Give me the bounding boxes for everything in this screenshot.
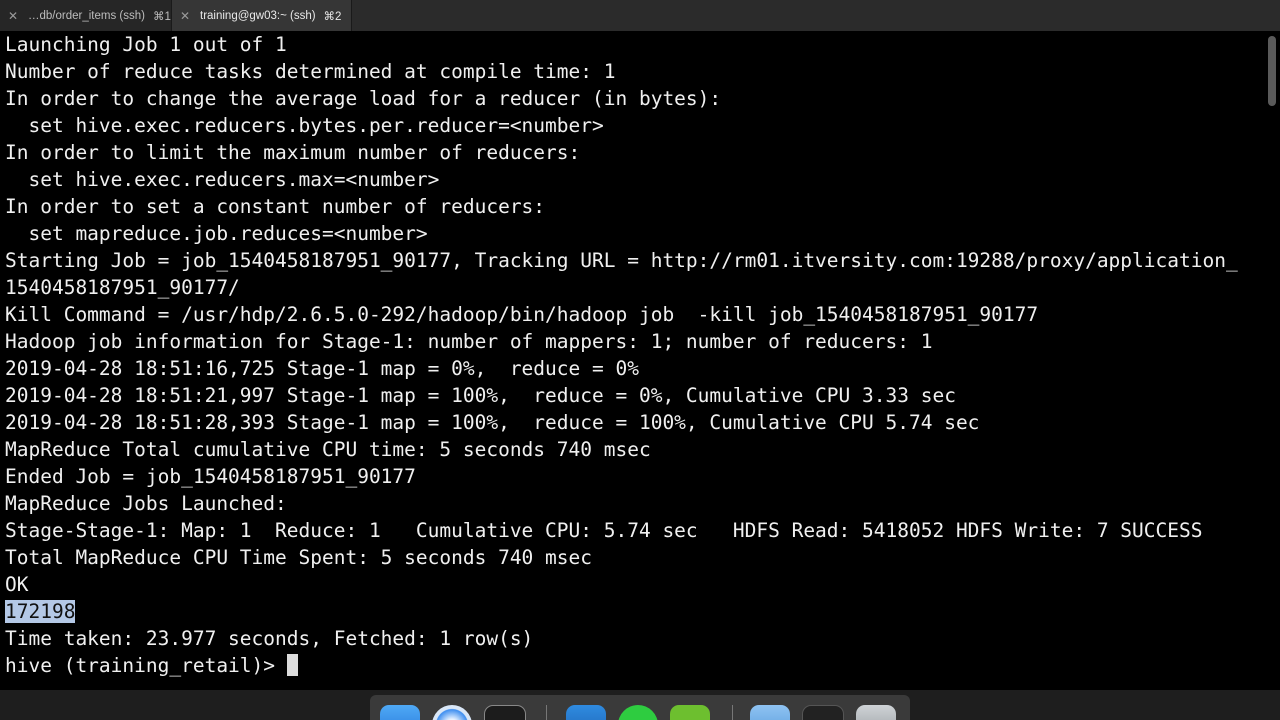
tab-shortcut: ⌘1 <box>152 11 171 23</box>
tab-shortcut: ⌘2 <box>323 11 342 23</box>
terminal-icon[interactable] <box>484 705 526 720</box>
terminal-line: Number of reduce tasks determined at com… <box>5 60 616 83</box>
close-tab-icon[interactable]: ✕ <box>6 9 20 23</box>
shell-prompt: hive (training_retail)> <box>5 654 287 677</box>
close-tab-icon[interactable]: ✕ <box>178 9 192 23</box>
tab-order-items[interactable]: ✕ …db/order_items (ssh) ⌘1 <box>0 0 172 32</box>
terminal-line: Starting Job = job_1540458187951_90177, … <box>5 249 1238 272</box>
vscode-icon[interactable] <box>566 705 606 720</box>
tab-bar-empty <box>352 0 1280 32</box>
sublime-icon[interactable] <box>670 705 710 720</box>
terminal-line: Ended Job = job_1540458187951_90177 <box>5 465 416 488</box>
selected-result-value[interactable]: 172198 <box>5 600 76 623</box>
terminal-line: OK <box>5 573 29 596</box>
terminal-window: ✕ …db/order_items (ssh) ⌘1 ✕ training@gw… <box>0 0 1280 720</box>
terminal-line: set hive.exec.reducers.bytes.per.reducer… <box>5 114 604 137</box>
result-line: 172198 <box>5 598 1280 625</box>
terminal-line: MapReduce Total cumulative CPU time: 5 s… <box>5 438 651 461</box>
terminal-line: MapReduce Jobs Launched: <box>5 492 287 515</box>
terminal-line: Total MapReduce CPU Time Spent: 5 second… <box>5 546 592 569</box>
terminal-line: set mapreduce.job.reduces=<number> <box>5 222 428 245</box>
terminal-line: In order to limit the maximum number of … <box>5 141 581 164</box>
terminal-line: Stage-Stage-1: Map: 1 Reduce: 1 Cumulati… <box>5 519 1203 542</box>
terminal-line: In order to set a constant number of red… <box>5 195 546 218</box>
trash-icon[interactable] <box>856 705 896 720</box>
text-cursor <box>286 654 298 676</box>
whatsapp-icon[interactable] <box>618 705 658 720</box>
media-icon[interactable] <box>802 705 844 720</box>
time-taken-line: Time taken: 23.977 seconds, Fetched: 1 r… <box>5 627 534 650</box>
dock-separator <box>546 705 547 720</box>
dock <box>370 695 910 720</box>
terminal-line: Launching Job 1 out of 1 <box>5 33 287 56</box>
safari-icon[interactable] <box>432 705 472 720</box>
dock-separator <box>732 705 733 720</box>
downloads-folder-icon[interactable] <box>750 705 790 720</box>
tab-title: …db/order_items (ssh) <box>28 10 145 22</box>
prompt-line[interactable]: hive (training_retail)> <box>5 652 1280 679</box>
terminal-line: 2019-04-28 18:51:21,997 Stage-1 map = 10… <box>5 384 956 407</box>
finder-icon[interactable] <box>380 705 420 720</box>
terminal-line: Hadoop job information for Stage-1: numb… <box>5 330 933 353</box>
terminal-line: 1540458187951_90177/ <box>5 276 240 299</box>
terminal-line: In order to change the average load for … <box>5 87 722 110</box>
terminal-line: Kill Command = /usr/hdp/2.6.5.0-292/hado… <box>5 303 1039 326</box>
terminal-line: 2019-04-28 18:51:28,393 Stage-1 map = 10… <box>5 411 980 434</box>
vertical-scrollbar[interactable] <box>1268 36 1276 106</box>
terminal-line: 2019-04-28 18:51:16,725 Stage-1 map = 0%… <box>5 357 639 380</box>
terminal-output[interactable]: Launching Job 1 out of 1 Number of reduc… <box>0 31 1280 691</box>
tab-bar: ✕ …db/order_items (ssh) ⌘1 ✕ training@gw… <box>0 0 1280 33</box>
terminal-line: set hive.exec.reducers.max=<number> <box>5 168 440 191</box>
tab-title: training@gw03:~ (ssh) <box>200 10 316 22</box>
tab-training-gw03[interactable]: ✕ training@gw03:~ (ssh) ⌘2 <box>172 0 352 32</box>
